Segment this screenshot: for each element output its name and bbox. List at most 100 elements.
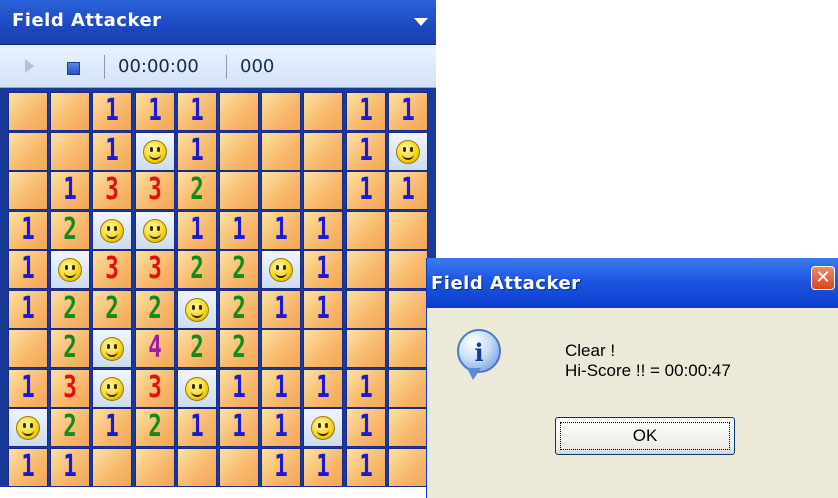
board-cell[interactable] (346, 211, 386, 250)
ok-button[interactable]: OK (555, 417, 735, 455)
board-cell-number[interactable]: 1 (261, 408, 301, 447)
board-cell-number[interactable]: 3 (92, 250, 132, 289)
board-cell-flag[interactable] (177, 369, 217, 408)
board-cell[interactable] (303, 92, 343, 131)
board-cell[interactable] (261, 329, 301, 368)
board-cell-number[interactable]: 1 (177, 132, 217, 171)
board-cell-number[interactable]: 4 (135, 329, 175, 368)
board-cell[interactable] (8, 132, 48, 171)
board-cell-number[interactable]: 3 (135, 250, 175, 289)
board-cell-number[interactable]: 1 (219, 369, 259, 408)
board-cell-number[interactable]: 2 (177, 329, 217, 368)
board-cell-number[interactable]: 2 (50, 211, 90, 250)
board-cell-number[interactable]: 1 (303, 448, 343, 487)
board-cell-number[interactable]: 1 (177, 92, 217, 131)
board-cell-number[interactable]: 2 (177, 171, 217, 210)
board-cell-number[interactable]: 1 (346, 408, 386, 447)
board-cell[interactable] (388, 369, 428, 408)
board-cell-number[interactable]: 1 (388, 92, 428, 131)
board-cell-number[interactable]: 3 (50, 369, 90, 408)
board-cell-number[interactable]: 2 (92, 290, 132, 329)
board-cell-number[interactable]: 2 (219, 250, 259, 289)
board-cell-number[interactable]: 1 (261, 211, 301, 250)
board-cell[interactable] (261, 171, 301, 210)
board-cell-number[interactable]: 1 (261, 369, 301, 408)
board-cell-number[interactable]: 1 (177, 408, 217, 447)
board-cell[interactable] (219, 448, 259, 487)
board-cell-number[interactable]: 2 (177, 250, 217, 289)
board-cell-number[interactable]: 1 (303, 211, 343, 250)
board-cell[interactable] (388, 329, 428, 368)
board-cell[interactable] (261, 92, 301, 131)
board-cell-number[interactable]: 1 (346, 171, 386, 210)
board-cell-number[interactable]: 1 (219, 211, 259, 250)
board-cell-number[interactable]: 1 (8, 250, 48, 289)
close-button[interactable]: ✕ (811, 266, 835, 290)
board-cell-number[interactable]: 1 (8, 290, 48, 329)
board-cell[interactable] (388, 211, 428, 250)
board-cell[interactable] (135, 448, 175, 487)
board-cell[interactable] (92, 448, 132, 487)
board-cell-number[interactable]: 1 (303, 290, 343, 329)
board-cell[interactable] (388, 408, 428, 447)
board-cell-number[interactable]: 3 (135, 171, 175, 210)
board-cell-flag[interactable] (8, 408, 48, 447)
board-cell-number[interactable]: 1 (261, 290, 301, 329)
board-cell-flag[interactable] (177, 290, 217, 329)
board-cell[interactable] (388, 448, 428, 487)
board-cell-number[interactable]: 1 (135, 92, 175, 131)
board-cell-flag[interactable] (135, 132, 175, 171)
board-cell-number[interactable]: 2 (50, 290, 90, 329)
board-cell[interactable] (388, 290, 428, 329)
board-cell-number[interactable]: 3 (135, 369, 175, 408)
board-cell-number[interactable]: 2 (50, 329, 90, 368)
board-cell-number[interactable]: 1 (8, 211, 48, 250)
board-cell-number[interactable]: 1 (303, 369, 343, 408)
chevron-down-icon[interactable] (414, 18, 428, 26)
board-cell-number[interactable]: 1 (92, 132, 132, 171)
board-cell[interactable] (388, 250, 428, 289)
board-cell-number[interactable]: 1 (219, 408, 259, 447)
board-cell[interactable] (261, 132, 301, 171)
board-cell-number[interactable]: 3 (92, 171, 132, 210)
board-cell[interactable] (50, 92, 90, 131)
board-cell-number[interactable]: 1 (177, 211, 217, 250)
board-cell[interactable] (346, 329, 386, 368)
board-cell-number[interactable]: 1 (346, 132, 386, 171)
board-cell[interactable] (303, 329, 343, 368)
board-cell[interactable] (303, 171, 343, 210)
board-cell[interactable] (8, 171, 48, 210)
board-cell-number[interactable]: 2 (135, 408, 175, 447)
board-cell-flag[interactable] (92, 211, 132, 250)
board-cell-number[interactable]: 1 (50, 448, 90, 487)
board-cell[interactable] (303, 132, 343, 171)
board-cell-number[interactable]: 1 (261, 448, 301, 487)
board-cell-number[interactable]: 2 (219, 290, 259, 329)
board-cell-number[interactable]: 1 (92, 92, 132, 131)
board-cell[interactable] (8, 329, 48, 368)
board-cell-flag[interactable] (92, 329, 132, 368)
board-cell-number[interactable]: 1 (346, 369, 386, 408)
board-cell-flag[interactable] (388, 132, 428, 171)
board-cell-number[interactable]: 1 (8, 448, 48, 487)
board-cell-number[interactable]: 2 (219, 329, 259, 368)
board-cell[interactable] (346, 250, 386, 289)
board-cell-number[interactable]: 1 (303, 250, 343, 289)
board-cell[interactable] (50, 132, 90, 171)
stop-icon[interactable] (67, 62, 80, 75)
board-cell[interactable] (219, 171, 259, 210)
board-cell-number[interactable]: 1 (346, 448, 386, 487)
board-cell-number[interactable]: 1 (92, 408, 132, 447)
board-cell[interactable] (219, 92, 259, 131)
board-cell-number[interactable]: 2 (135, 290, 175, 329)
board-cell[interactable] (219, 132, 259, 171)
board-cell-number[interactable]: 1 (50, 171, 90, 210)
board-cell[interactable] (346, 290, 386, 329)
board-cell-number[interactable]: 1 (8, 369, 48, 408)
board-cell-number[interactable]: 1 (388, 171, 428, 210)
board-cell[interactable] (8, 92, 48, 131)
board-cell-number[interactable]: 2 (50, 408, 90, 447)
board-cell[interactable] (177, 448, 217, 487)
board-cell-flag[interactable] (303, 408, 343, 447)
board-cell-flag[interactable] (261, 250, 301, 289)
